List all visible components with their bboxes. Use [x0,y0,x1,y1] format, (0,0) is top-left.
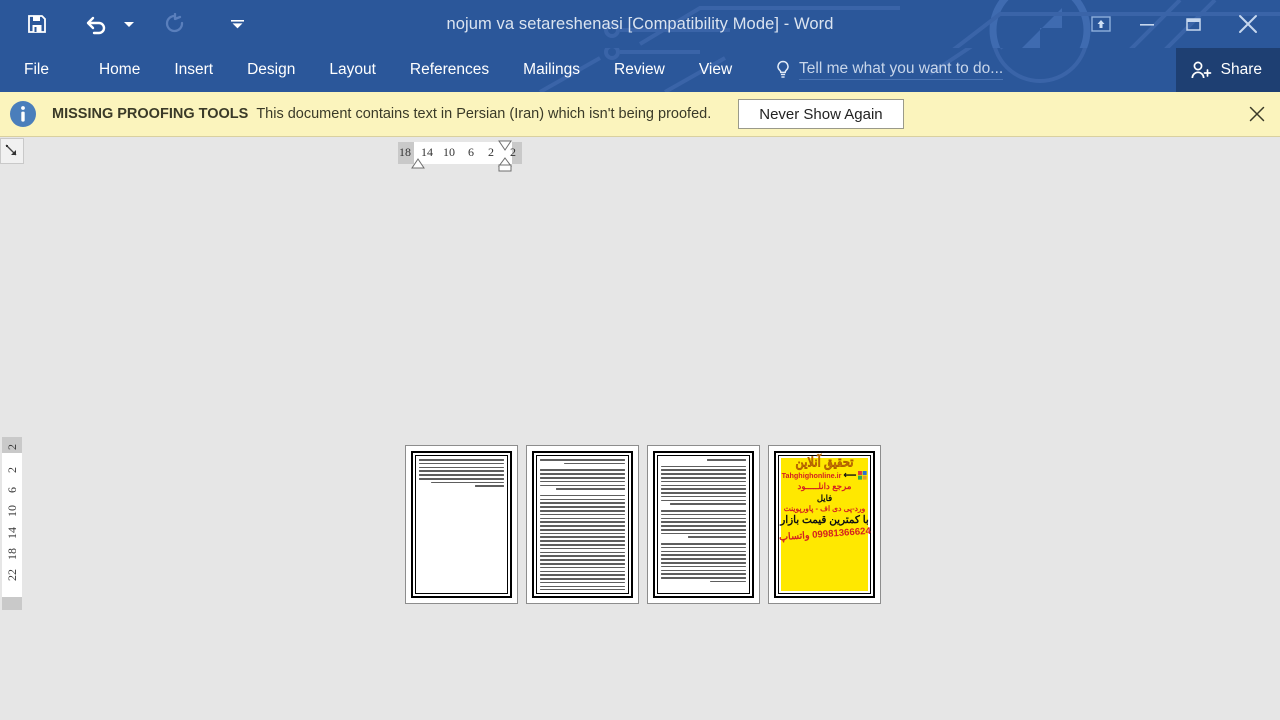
vruler-num-0: 22 [5,569,19,581]
tab-layout-label: Layout [329,61,376,78]
restore-button[interactable] [1170,0,1216,48]
horizontal-ruler[interactable]: 18 14 10 6 2 2 [398,140,522,172]
share-label: Share [1220,61,1262,78]
document-workspace [0,138,1280,720]
hanging-indent-marker[interactable] [410,158,426,170]
ribbon-options-icon [1091,16,1111,32]
ribbon-display-options-button[interactable] [1078,0,1124,48]
save-icon [28,15,46,33]
tell-me-search[interactable]: Tell me what you want to do... [775,48,1004,92]
ad-website: Tahghighonline.ir [781,471,842,480]
chevron-down-icon [230,19,244,28]
notification-message: This document contains text in Persian (… [256,106,712,122]
chevron-down-icon [124,21,134,27]
customize-qat-button[interactable] [226,4,248,44]
undo-dropdown[interactable] [118,4,140,44]
ribbon-tab-bar: File Home Insert Design Layout Reference… [0,48,1280,92]
ad-file-label: فایل [816,493,833,503]
vruler-num-5: 2 [5,467,19,473]
tab-file-label: File [24,61,49,78]
undo-button[interactable] [76,4,118,44]
tab-view-label: View [698,61,733,78]
share-person-icon [1191,61,1211,79]
lightbulb-icon [777,60,789,78]
ad-headline: تحقیق آنلاین [795,456,854,470]
window-controls [1078,0,1280,48]
page-1-text [419,459,504,590]
first-line-indent-marker[interactable] [497,138,513,152]
vruler-num-1: 18 [5,548,19,560]
vruler-num-6: 2 [5,444,19,450]
left-tab-stop-icon [5,144,17,156]
page-2-border [532,451,633,598]
hruler-num-2: 10 [443,145,455,159]
hruler-num-3: 6 [468,145,474,159]
restore-icon [1186,18,1201,31]
close-icon [1249,106,1265,122]
file-type-icons [858,471,867,480]
page-4-border: تحقیق آنلاین Tahghighonline.ir ⟵ مرجع دا… [774,451,875,598]
tab-review[interactable]: Review [600,48,679,92]
tab-view[interactable]: View [685,48,746,92]
hruler-num-4: 2 [488,145,494,159]
tab-file[interactable]: File [0,48,69,92]
tab-insert[interactable]: Insert [160,48,227,92]
left-indent-marker[interactable] [497,156,513,172]
ad-price-claim: با کمترین قیمت بازار [780,515,869,526]
tab-mailings-label: Mailings [523,61,581,78]
page-4[interactable]: تحقیق آنلاین Tahghighonline.ir ⟵ مرجع دا… [768,445,881,604]
vertical-ruler[interactable]: 22 18 14 10 6 2 2 [2,437,22,610]
vruler-num-2: 14 [5,527,19,539]
minimize-icon [1140,24,1154,26]
save-button[interactable] [16,4,58,44]
tab-home[interactable]: Home [85,48,154,92]
quick-access-toolbar [0,0,248,48]
ad-whatsapp: 09981366624 واتساپ [778,525,871,544]
missing-proofing-tools-bar: MISSING PROOFING TOOLS This document con… [0,92,1280,137]
ad-formats: ورد-پی دی اف - پاورپوینت [783,504,866,513]
document-pages: تحقیق آنلاین Tahghighonline.ir ⟵ مرجع دا… [405,445,881,604]
tab-design[interactable]: Design [233,48,309,92]
page-3-border [653,451,754,598]
page-1[interactable] [405,445,518,604]
page-3-text [661,459,746,590]
page-2-text [540,459,625,590]
tab-insert-label: Insert [174,61,214,78]
ad-website-row: Tahghighonline.ir ⟵ [782,471,868,480]
page-1-border [411,451,512,598]
vertical-ruler-track [2,437,22,610]
ribbon-tabs: File Home Insert Design Layout Reference… [0,48,746,92]
tab-references-label: References [409,61,490,78]
tell-me-placeholder: Tell me what you want to do... [799,60,1004,80]
page-2[interactable] [526,445,639,604]
notification-close-button[interactable] [1246,103,1268,125]
redo-button [154,4,196,44]
minimize-button[interactable] [1124,0,1170,48]
tab-stop-selector[interactable] [0,138,24,164]
notification-title: MISSING PROOFING TOOLS [52,106,249,122]
left-arrow-icon: ⟵ [843,470,857,480]
title-bar: nojum va setareshenasi [Compatibility Mo… [0,0,1280,48]
page-3[interactable] [647,445,760,604]
never-show-again-button[interactable]: Never Show Again [738,99,904,129]
vruler-num-4: 6 [5,487,19,493]
share-button[interactable]: Share [1175,48,1280,92]
vruler-num-3: 10 [5,505,19,517]
info-icon [8,99,38,129]
close-icon [1239,15,1257,33]
tab-layout[interactable]: Layout [315,48,390,92]
ad-subtitle: مرجع دانلـــــود [797,481,852,491]
tab-home-label: Home [98,61,141,78]
tab-design-label: Design [247,61,296,78]
advertisement-content: تحقیق آنلاین Tahghighonline.ir ⟵ مرجع دا… [776,453,873,596]
bottom-margin-area [2,597,22,610]
tab-mailings[interactable]: Mailings [509,48,594,92]
document-title-text: nojum va setareshenasi [Compatibility Mo… [446,14,834,33]
redo-icon [165,13,184,33]
undo-icon [86,16,106,35]
close-button[interactable] [1216,0,1280,48]
tab-references[interactable]: References [396,48,503,92]
tab-review-label: Review [614,61,665,78]
